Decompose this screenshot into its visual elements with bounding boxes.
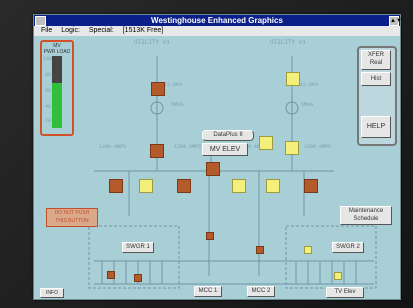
swgr1-button[interactable]: SWGR 1 [122,242,154,253]
mcc2-button[interactable]: MCC 2 [247,286,275,297]
mcc1-button[interactable]: MCC 1 [194,286,222,297]
breaker-feeder-6[interactable] [304,179,318,193]
power-load-gauge: MV PWR LOAD 100 80 60 40 20 [40,40,74,136]
menu-bar: File Logic: Special: [1513K Free] [34,26,400,36]
window-title: Westinghouse Enhanced Graphics [151,16,283,25]
gauge-tick: 40 [45,104,52,110]
photo-frame: Westinghouse Enhanced Graphics ▲▼ File L… [0,0,413,308]
do-not-push-button[interactable]: DO NOT PUSH THIS BUTTON [46,208,98,227]
help-button[interactable]: HELP [361,116,391,138]
utility-right-label: UTILITY #1 [270,39,307,46]
utility-left-label: UTILITY #1 [134,39,171,46]
memory-free-label: [1513K Free] [122,27,164,34]
feed-label: 1200 AMPS [99,144,127,150]
breaker-feeder-5[interactable] [266,179,280,193]
maximize-button[interactable]: ▲▼ [389,16,402,26]
dataplus-button[interactable]: DataPlus II [202,130,254,141]
rating-right-label: 5MVA [301,102,314,108]
breaker-feeder-4[interactable] [232,179,246,193]
breaker-tie[interactable] [206,162,220,176]
breaker-feeder-2[interactable] [139,179,153,193]
gauge-tick: 100 [43,56,53,62]
menu-file[interactable]: File [41,27,52,34]
do-not-push-label-1: DO NOT PUSH [54,210,90,216]
kv-left-label: 13.8KV [164,82,183,88]
load-indicator [134,274,142,282]
gauge-subtitle: PWR LOAD [43,49,71,55]
system-menu-icon[interactable] [35,16,46,26]
breaker-feeder-3[interactable] [177,179,191,193]
breaker-feeder-1[interactable] [109,179,123,193]
xfer-real-button[interactable]: XFER Real [361,50,391,70]
schedule-label: Schedule [353,216,379,222]
feed-label: 1200 AMPS [174,144,202,150]
gauge-tick: 20 [45,118,52,124]
maintenance-label: Maintenance [348,208,384,214]
breaker-main-right[interactable] [285,141,299,155]
gauge-tick: 60 [45,88,52,94]
do-not-push-label-2: THIS BUTTON [55,218,89,224]
gauge-tick: 80 [45,72,52,78]
hist-button[interactable]: Hist [361,72,391,86]
one-line-diagram: MV PWR LOAD 100 80 60 40 20 UTILITY #1 U… [34,36,400,299]
gauge-track [52,56,62,128]
info-button[interactable]: INFO [40,288,64,298]
load-indicator [206,232,214,240]
breaker-aux-right[interactable] [259,136,273,150]
gauge-fill [52,83,62,128]
load-indicator [256,246,264,254]
breaker-main-left[interactable] [150,144,164,158]
load-indicator [107,271,115,279]
title-bar: Westinghouse Enhanced Graphics ▲▼ [34,15,402,26]
breaker-utility-left[interactable] [151,82,165,96]
menu-special[interactable]: Special: [89,27,114,34]
app-window: Westinghouse Enhanced Graphics ▲▼ File L… [33,14,402,300]
maintenance-schedule-button[interactable]: Maintenance Schedule [340,206,392,225]
load-indicator [334,272,342,280]
kv-right-label: 13.8KV [300,82,319,88]
mv-elev-button[interactable]: MV ELEV [202,143,248,156]
real-label: Real [369,60,383,66]
rating-left-label: 5MVA [171,102,184,108]
xfer-label: XFER [367,52,384,58]
menu-logic[interactable]: Logic: [61,27,80,34]
feed-label: 1200 AMPS [304,144,332,150]
load-indicator [304,246,312,254]
breaker-utility-right[interactable] [286,72,300,86]
swgr2-button[interactable]: SWGR 2 [332,242,364,253]
tv-elev-button[interactable]: TV Elev [326,287,364,298]
